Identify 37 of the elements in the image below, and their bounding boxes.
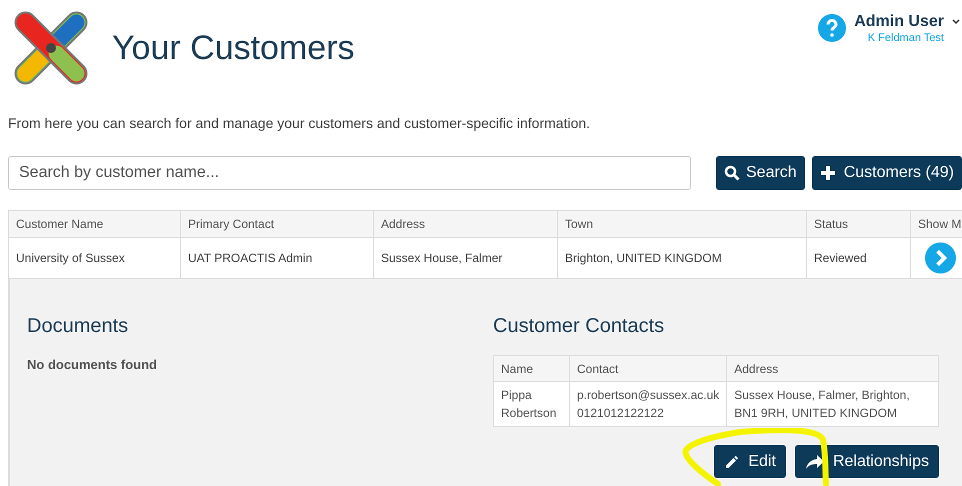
- pencil-icon: [724, 454, 740, 470]
- documents-heading: Documents: [27, 314, 130, 339]
- column-header: Show M: [918, 216, 962, 233]
- intro-text: From here you can search for and manage your customers and customer-specific information.: [8, 114, 592, 133]
- chevron-right-icon[interactable]: [925, 242, 956, 274]
- page-title: Your Customers: [112, 31, 355, 65]
- table-cell-text: UAT PROACTIS Admin: [188, 250, 312, 267]
- column-header: Contact: [570, 356, 727, 382]
- table-cell-text: Brighton, UNITED KINGDOM: [565, 250, 722, 267]
- column-header: Town: [565, 216, 594, 233]
- edit-button[interactable]: Edit: [714, 445, 786, 478]
- column-header: Customer Name: [16, 216, 104, 233]
- column-header: Status: [814, 216, 848, 233]
- share-arrow-icon: [804, 454, 825, 470]
- relationships-button[interactable]: Relationships: [794, 445, 939, 478]
- search-icon: [724, 165, 740, 181]
- column-header: Name: [494, 356, 570, 382]
- table-cell-text: Reviewed: [814, 250, 867, 267]
- table-cell: Sussex House, Falmer, Brighton, BN1 9RH, UNITED KINGDOM: [726, 382, 938, 426]
- column-header: Address: [726, 356, 938, 382]
- help-icon[interactable]: [818, 14, 846, 42]
- user-subtitle: K Feldman Test: [868, 32, 944, 46]
- table-cell: Pippa Robertson: [494, 382, 570, 426]
- table-cell-text: Sussex House, Falmer: [381, 250, 502, 267]
- column-header: Primary Contact: [188, 216, 274, 233]
- table-cell-text: University of Sussex: [16, 250, 125, 267]
- column-header: Address: [381, 216, 426, 233]
- contacts-heading: Customer Contacts: [493, 314, 666, 339]
- search-button[interactable]: Search: [716, 156, 805, 190]
- user-name[interactable]: Admin User: [854, 12, 944, 32]
- search-field[interactable]: Search by customer name...: [8, 156, 691, 190]
- plus-icon: [820, 165, 836, 181]
- add-customers-button[interactable]: Customers (49): [812, 156, 962, 190]
- chevron-down-icon[interactable]: [952, 18, 960, 26]
- empty-message: No documents found: [27, 356, 158, 374]
- table-cell-text: 0121012122122: [577, 405, 665, 422]
- table-cell-text: p.robertson@sussex.ac.uk: [577, 387, 720, 404]
